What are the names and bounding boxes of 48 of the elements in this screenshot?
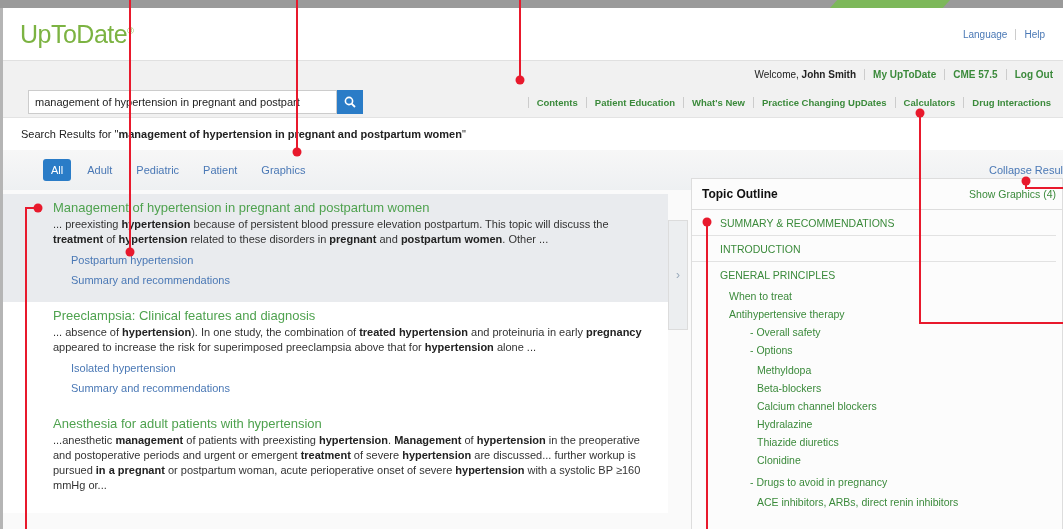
welcome-text: Welcome, John Smith (754, 68, 858, 80)
section-link[interactable]: Isolated hypertension (71, 361, 648, 376)
header-link[interactable]: Help (1015, 28, 1053, 40)
result-title-link[interactable]: Management of hypertension in pregnant and postpartum women (53, 200, 648, 215)
nav-link[interactable]: Practice Changing UpDates (753, 96, 895, 108)
filter-tab[interactable]: All (43, 159, 72, 181)
result-item[interactable] (3, 410, 668, 513)
section-link[interactable]: Postpartum hypertension (71, 253, 648, 268)
account-link[interactable]: CME 57.5 (944, 68, 1006, 80)
collapse-results-link[interactable]: Collapse Resul (989, 164, 1063, 176)
outline-item[interactable]: - Drugs to avoid in pregnancy (692, 473, 1062, 491)
search-button[interactable] (337, 90, 363, 114)
result-snippet: ...anesthetic management of patients with preexisting hypertension. Management of hypertension in the preoperative and postoperative periods and urgent or emergent treatment of severe hypertension are discussed... further workup is pursued in a pregnant or postpartum woman, acute perioperative onset of severe hypertension with a systolic BP ≥160 mmHg or... (53, 433, 642, 493)
result-title-link[interactable]: Anesthesia for adult patients with hypertension (53, 416, 648, 431)
outline-section-link[interactable]: GENERAL PRINCIPLES (692, 262, 1056, 287)
outline-item[interactable]: - Overall safety (692, 323, 1062, 341)
account-link[interactable]: Log Out (1005, 68, 1061, 80)
filter-tab[interactable]: Adult (79, 159, 121, 181)
outline-item[interactable]: Calcium channel blockers (692, 397, 1062, 415)
outline-item[interactable]: Methyldopa (692, 361, 1062, 379)
result-title-link[interactable]: Preeclampsia: Clinical features and diagnosis (53, 308, 648, 323)
outline-item[interactable]: Beta-blockers (692, 379, 1062, 397)
filter-tab[interactable]: Graphics (253, 159, 314, 181)
show-graphics-link[interactable]: Show Graphics (4) (969, 188, 1056, 200)
outline-item[interactable]: Clonidine (692, 451, 1062, 469)
outline-item[interactable]: ACE inhibitors, ARBs, direct renin inhibitors (692, 493, 1062, 511)
nav-link[interactable]: Patient Education (585, 96, 684, 108)
nav-link[interactable]: Contents (527, 96, 586, 108)
nav-link[interactable]: What's New (683, 96, 753, 108)
outline-item[interactable]: Thiazide diuretics (692, 433, 1062, 451)
outline-item[interactable]: When to treat (692, 287, 1062, 305)
search-icon (344, 96, 356, 108)
result-item[interactable] (3, 194, 668, 302)
filter-tab[interactable]: Patient (195, 159, 246, 181)
account-link[interactable]: My UpToDate (864, 68, 945, 80)
header-link[interactable]: Language (954, 28, 1016, 40)
section-link[interactable]: Summary and recommendations (71, 273, 648, 288)
nav-link[interactable]: Calculators (894, 96, 964, 108)
outline-section-link[interactable]: INTRODUCTION (692, 236, 1056, 262)
panel-title: Topic Outline (702, 187, 778, 201)
section-link[interactable]: Summary and recommendations (71, 381, 648, 396)
filter-tab[interactable]: Pediatric (128, 159, 188, 181)
outline-item[interactable]: Antihypertensive therapy (692, 305, 1062, 323)
result-item[interactable] (3, 302, 668, 410)
nav-link[interactable]: Drug Interactions (963, 96, 1059, 108)
outline-item[interactable]: - Options (692, 341, 1062, 359)
result-snippet: ... absence of hypertension). In one study, the combination of treated hypertension and proteinuria in early pregnancy appeared to increase the risk for superimposed preeclampsia above that for hypertension alone ... (53, 325, 643, 355)
outline-item[interactable]: Hydralazine (692, 415, 1062, 433)
